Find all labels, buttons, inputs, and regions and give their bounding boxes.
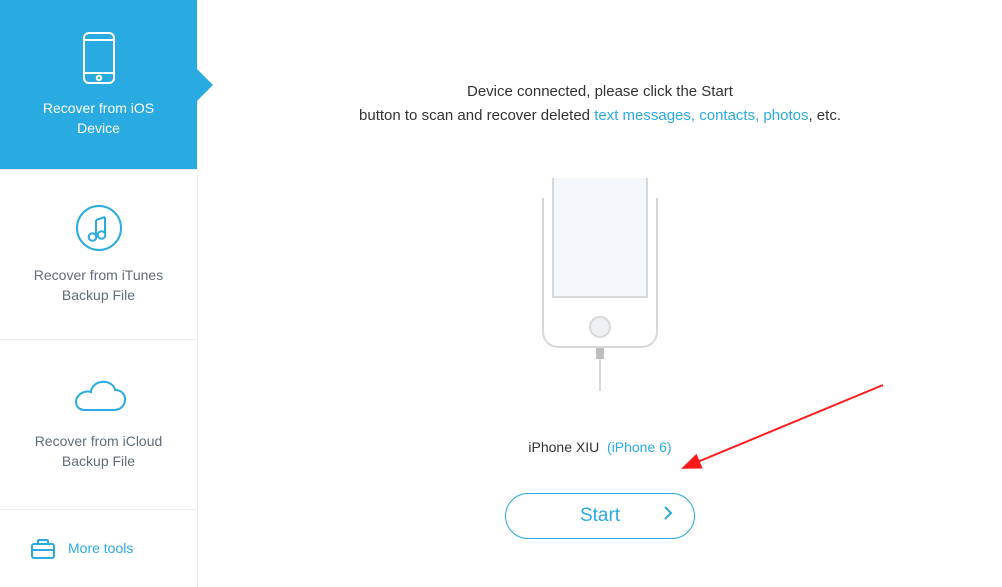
sidebar-item-label: More tools: [68, 539, 133, 559]
instruction-line2: button to scan and recover deleted text …: [359, 104, 841, 128]
sidebar-item-more-tools[interactable]: More tools: [0, 510, 197, 587]
instruction-line1: Device connected, please click the Start: [359, 80, 841, 104]
start-button[interactable]: Start: [505, 493, 695, 539]
sidebar-item-ios-device[interactable]: Recover from iOS Device: [0, 0, 197, 170]
start-button-label: Start: [580, 505, 620, 527]
music-note-icon: [75, 204, 123, 252]
phone-graphic: [542, 188, 658, 348]
device-name: iPhone XIU: [528, 439, 599, 455]
annotation-arrow-icon: [658, 380, 888, 490]
instruction-text: Device connected, please click the Start…: [359, 80, 841, 128]
sidebar-item-label: Recover from iOS Device: [20, 99, 177, 138]
chevron-right-icon: [662, 504, 674, 528]
connected-device-illustration: [542, 188, 658, 391]
cloud-icon: [70, 378, 128, 418]
device-model: (iPhone 6): [607, 439, 672, 455]
sidebar-item-itunes-backup[interactable]: Recover from iTunes Backup File: [0, 170, 197, 340]
sidebar: Recover from iOS Device Recover from iTu…: [0, 0, 198, 587]
highlight-link[interactable]: text messages, contacts, photos: [594, 107, 808, 124]
toolbox-icon: [30, 538, 56, 560]
device-info: iPhone XIU (iPhone 6): [528, 439, 671, 455]
sidebar-item-label: Recover from iCloud Backup File: [20, 432, 177, 471]
phone-icon: [82, 31, 116, 85]
sidebar-item-icloud-backup[interactable]: Recover from iCloud Backup File: [0, 340, 197, 510]
main-panel: Device connected, please click the Start…: [198, 0, 1002, 587]
sidebar-item-label: Recover from iTunes Backup File: [20, 266, 177, 305]
